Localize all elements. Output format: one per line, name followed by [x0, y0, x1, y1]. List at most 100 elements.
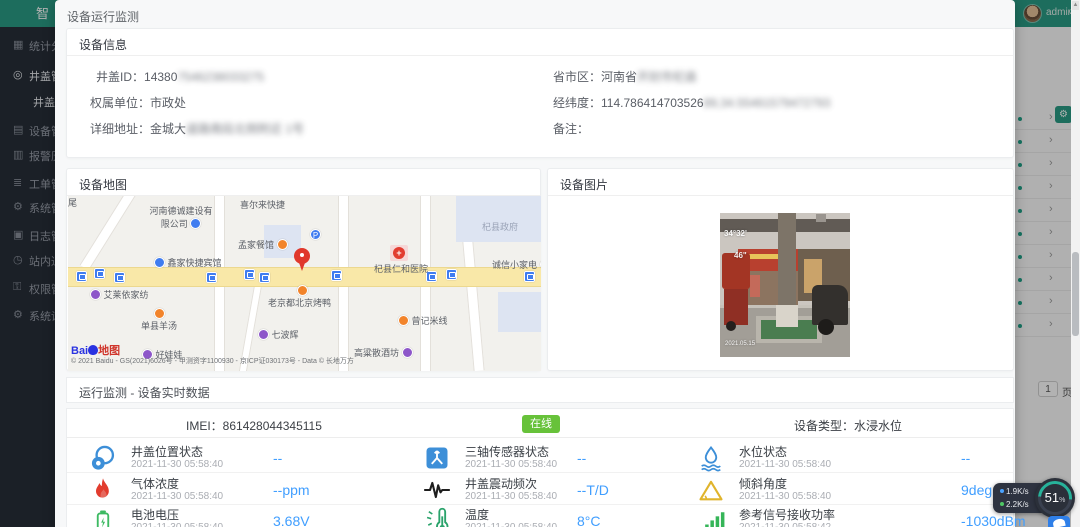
map-poi: 单县羊汤 [141, 308, 177, 332]
info-field-region: 省市区：河南省开封市杞县 [553, 68, 697, 85]
restaurant-poi-icon [398, 315, 409, 326]
device-type-field: 设备类型：水浸水位 [794, 417, 902, 434]
device-photo-card: 设备图片 34°32' [547, 168, 1014, 371]
temperature-icon [423, 507, 451, 527]
photo-wheel [818, 319, 834, 335]
percent-gauge: 51% [1035, 478, 1075, 518]
bus-stop-icon [76, 271, 87, 282]
company-poi-icon [190, 218, 201, 229]
device-info-card: 设备信息 井盖ID：143807546238033275 权属单位：市政处 详细… [66, 28, 1014, 158]
browser-logo-icon[interactable] [1048, 516, 1070, 527]
photo-scooter-body [812, 285, 848, 325]
upload-speed: 1.9K/s [1000, 487, 1029, 496]
map-attribution: © 2021 Baidu - GS(2021)6026号 - 甲测资字11009… [71, 356, 354, 366]
signal-power-icon [697, 507, 725, 527]
hospital-poi-icon: + [390, 245, 408, 261]
map-poi: 河南德诚建设有限公司 [146, 204, 216, 230]
bus-stop-icon [114, 272, 125, 283]
photo-watermark-date: 2021.05.15 [725, 341, 755, 347]
bus-stop-icon [524, 271, 535, 282]
metric-value: -- [577, 450, 586, 466]
bus-stop-icon [446, 269, 457, 280]
monitor-section-bar: 运行监测 - 设备实时数据 [66, 377, 1014, 403]
gas-concentration-icon [89, 476, 117, 504]
photo-tricycle-body [724, 289, 748, 325]
metric-value: 8°C [577, 513, 601, 527]
shop-poi-icon [90, 289, 101, 300]
map-poi: 老京都北京烤鸭 [268, 296, 331, 309]
map-road [80, 196, 148, 271]
scrollbar[interactable]: ▲ [1071, 0, 1080, 527]
modal-title: 设备运行监测 [67, 8, 139, 25]
info-field-address: 详细地址：金城大道路南段北侧附近 1号 [90, 120, 304, 137]
vibration-icon [423, 476, 451, 504]
triaxial-sensor-icon [423, 444, 451, 472]
map-poi: 杞县仁和医院 [374, 262, 428, 275]
photo-ac-unit [816, 214, 826, 222]
bus-stop-icon [259, 272, 270, 283]
metric-value: -- [961, 450, 970, 466]
shop-poi-icon [258, 329, 269, 340]
restaurant-poi-icon [297, 285, 308, 296]
map-poi: 鑫家快捷宾馆 [154, 256, 222, 269]
device-map-card: 设备地图 [66, 168, 541, 371]
map-poi: 七波辉 [258, 328, 299, 341]
bus-stop-icon [94, 268, 105, 279]
device-location-pin [293, 248, 311, 274]
info-field-manhole-id: 井盖ID：143807546238033275 [96, 68, 264, 85]
baidu-map[interactable]: 尾 河南德诚建设有限公司 喜尔来快捷 孟家餐馆 P 杞县政府 鑫家快捷宾馆 + … [68, 196, 541, 371]
bus-stop-icon [331, 270, 342, 281]
photo-watermark: 34°32' [724, 229, 747, 238]
map-label: 尾 [68, 196, 77, 209]
map-building-zone [498, 292, 541, 332]
map-poi: 孟家餐馆 [238, 238, 288, 251]
manhole-position-icon [89, 444, 117, 472]
battery-voltage-icon [89, 507, 117, 527]
monitor-section-title: 运行监测 - 设备实时数据 [79, 384, 210, 401]
metric-value: -1030dBm [961, 513, 1026, 527]
info-field-remark: 备注： [553, 120, 589, 137]
restaurant-poi-icon [154, 308, 165, 319]
scrollbar-up-arrow[interactable]: ▲ [1072, 1, 1079, 10]
upload-dot-icon [1000, 489, 1004, 493]
baidu-paw-icon [88, 345, 98, 355]
bus-stop-icon [206, 272, 217, 283]
photo-figure [750, 275, 760, 297]
realtime-data-card: IMEI：861428044345115 在线 设备类型：水浸水位 井盖位置状态… [66, 408, 1014, 527]
download-dot-icon [1000, 502, 1004, 506]
info-field-owner-unit: 权属单位：市政处 [90, 94, 186, 111]
metric-value: --ppm [273, 482, 310, 498]
device-info-title: 设备信息 [79, 36, 127, 53]
shop-poi-icon [540, 259, 541, 270]
device-map-title: 设备地图 [79, 176, 127, 193]
map-poi: 艾莱依家纺 [90, 288, 149, 301]
realtime-header-row: IMEI：861428044345115 在线 设备类型：水浸水位 [67, 409, 1013, 438]
bus-stop-icon [244, 269, 255, 280]
map-district-zone [456, 196, 541, 242]
metric-value: 9deg [961, 482, 992, 498]
photo-tree-paint [776, 305, 798, 327]
map-poi: 高粱散酒坊 [354, 346, 413, 359]
imei-field: IMEI：861428044345115 [186, 417, 322, 434]
map-poi: 曾记米线 [398, 314, 448, 327]
metric-value: 3.68V [273, 513, 310, 527]
shop-poi-icon [402, 347, 413, 358]
photo-watermark: 46" [734, 251, 747, 260]
map-poi: 喜尔来快捷 [240, 198, 285, 211]
parking-poi-icon: P [310, 229, 321, 240]
device-photo-title: 设备图片 [560, 176, 608, 193]
water-level-icon [697, 444, 725, 472]
device-photo[interactable]: 34°32' 46" 2021.05.15 [720, 213, 850, 357]
online-status-badge: 在线 [522, 415, 560, 433]
metric-value: -- [273, 450, 282, 466]
hotel-poi-icon [154, 257, 165, 268]
tilt-angle-icon [697, 476, 725, 504]
app-window: 智 admin ˅ ▦统计分析 ◎井盖管理 井盖 ▤设备管理 ▥报警历史 ≣工单… [0, 0, 1080, 527]
map-poi: 诚信小家电 [492, 258, 541, 271]
metric-value: --T/D [577, 482, 609, 498]
info-field-coordinates: 经纬度：114.78641470352689,34.55461579472793 [553, 94, 830, 111]
scrollbar-thumb[interactable] [1072, 252, 1079, 336]
restaurant-poi-icon [277, 239, 288, 250]
photo-wheel [726, 321, 736, 331]
photo-tree-trunk [778, 213, 796, 313]
